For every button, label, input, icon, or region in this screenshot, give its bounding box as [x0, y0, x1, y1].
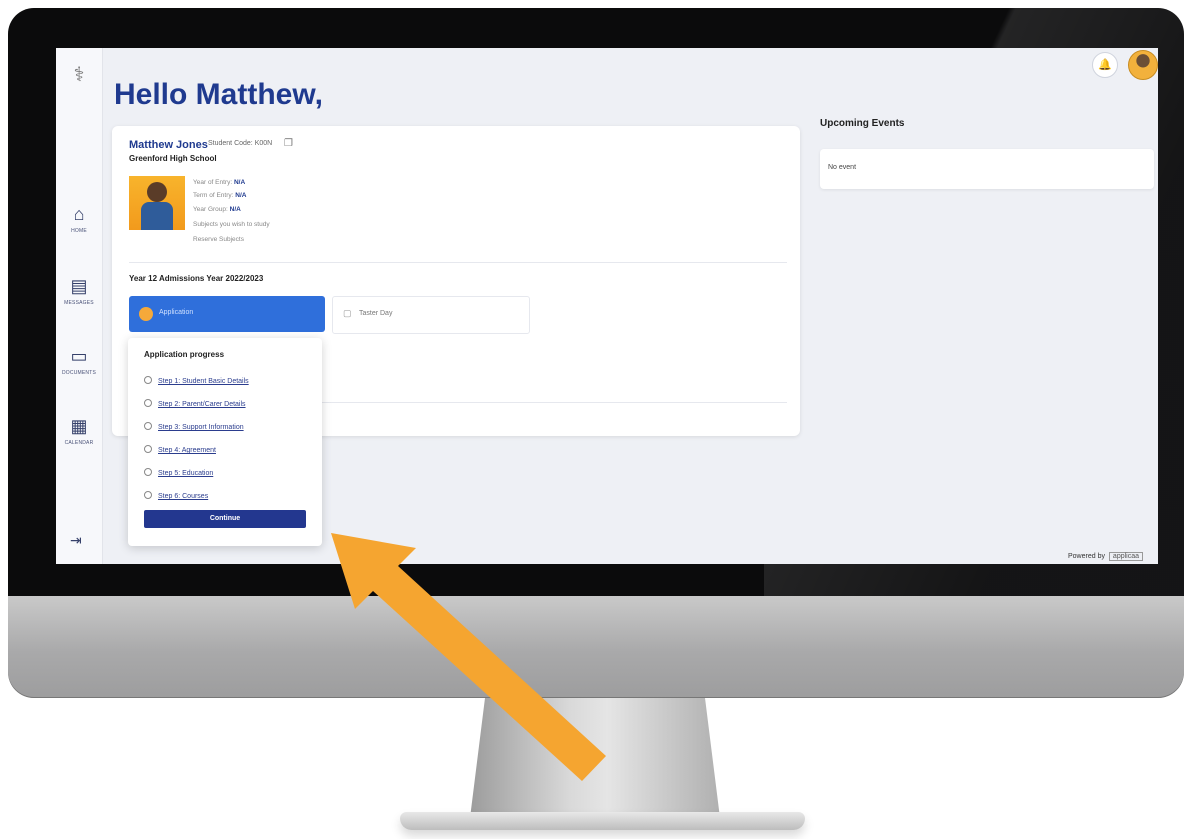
monitor-foot [400, 812, 805, 830]
bell-icon[interactable]: 🔔 [1092, 52, 1118, 78]
sidebar-item-calendar[interactable]: ▦ CALENDAR [56, 416, 102, 446]
photo-body [141, 202, 173, 230]
term-of-entry: Term of Entry: N/A [193, 192, 246, 199]
avatar[interactable] [1128, 50, 1158, 80]
step-label[interactable]: Step 5: Education [158, 470, 213, 477]
step-link[interactable]: Step 2: Parent/Carer Details [144, 399, 246, 408]
student-code: Student Code: K00N [208, 140, 273, 147]
app-screen: ⚕ ⌂ HOME ▤ MESSAGES ▭ DOCUMENTS ▦ CALEND… [56, 48, 1158, 564]
sidebar-item-messages[interactable]: ▤ MESSAGES [56, 276, 102, 306]
info-label: Year of Entry: [193, 179, 233, 186]
step-link[interactable]: Step 5: Education [144, 468, 213, 477]
progress-title: Application progress [144, 350, 225, 359]
school-name: Greenford High School [129, 154, 217, 163]
sidebar-item-documents[interactable]: ▭ DOCUMENTS [56, 346, 102, 376]
info-label: Year Group: [193, 206, 228, 213]
brand-logo[interactable]: applicaa [1108, 552, 1143, 561]
reserve-subjects-label: Reserve Subjects [193, 236, 244, 243]
page-title: Hello Matthew, [114, 78, 323, 111]
info-label: Term of Entry: [193, 192, 234, 199]
document-icon: ▢ [343, 308, 352, 318]
powered-by-label: Powered by [1068, 553, 1105, 560]
sidebar-item-label: MESSAGES [64, 300, 94, 306]
step-label[interactable]: Step 3: Support Information [158, 424, 244, 431]
folder-icon: ▭ [70, 346, 88, 366]
edit-icon [139, 307, 153, 321]
admissions-title: Year 12 Admissions Year 2022/2023 [129, 274, 264, 283]
sidebar-item-label: HOME [71, 228, 87, 234]
subjects-label: Subjects you wish to study [193, 221, 270, 228]
upcoming-events-title: Upcoming Events [820, 118, 905, 129]
events-card: No event [820, 149, 1154, 189]
home-icon: ⌂ [73, 204, 85, 224]
step-label[interactable]: Step 2: Parent/Carer Details [158, 401, 246, 408]
radio-icon[interactable] [144, 491, 152, 499]
info-value: N/A [229, 206, 241, 213]
sidebar: ⚕ ⌂ HOME ▤ MESSAGES ▭ DOCUMENTS ▦ CALEND… [56, 48, 103, 564]
student-name: Matthew Jones [129, 139, 208, 151]
tab-label: Taster Day [359, 310, 393, 317]
info-value: N/A [233, 179, 246, 186]
powered-by: Powered by applicaa [1068, 552, 1143, 561]
radio-icon[interactable] [144, 376, 152, 384]
year-group: Year Group: N/A [193, 206, 241, 213]
step-label[interactable]: Step 6: Courses [158, 493, 208, 500]
continue-button[interactable]: Continue [144, 510, 306, 528]
sidebar-item-home[interactable]: ⌂ HOME [56, 204, 102, 234]
tab-taster-day[interactable]: ▢ Taster Day [332, 296, 530, 334]
radio-icon[interactable] [144, 399, 152, 407]
application-progress-dropdown: Application progress Step 1: Student Bas… [128, 338, 322, 546]
radio-icon[interactable] [144, 445, 152, 453]
step-link[interactable]: Step 4: Agreement [144, 445, 216, 454]
year-of-entry: Year of Entry: N/A [193, 179, 245, 186]
step-link[interactable]: Step 1: Student Basic Details [144, 376, 249, 385]
monitor-stand [470, 698, 720, 818]
step-link[interactable]: Step 6: Courses [144, 491, 208, 500]
message-icon: ▤ [70, 276, 88, 296]
radio-icon[interactable] [144, 422, 152, 430]
sidebar-item-label: DOCUMENTS [61, 370, 97, 376]
monitor-chin [8, 596, 1184, 698]
app-logo-icon[interactable]: ⚕ [68, 62, 90, 90]
tab-label: Application [159, 309, 194, 316]
info-value: N/A [235, 192, 247, 199]
student-photo [129, 176, 185, 230]
step-link[interactable]: Step 3: Support Information [144, 422, 244, 431]
divider [129, 262, 787, 263]
sidebar-item-label: CALENDAR [64, 440, 94, 446]
radio-icon[interactable] [144, 468, 152, 476]
logout-icon[interactable]: ⇥ [70, 532, 82, 549]
step-label[interactable]: Step 1: Student Basic Details [158, 378, 249, 385]
photo-head [147, 182, 167, 202]
no-event-text: No event [828, 164, 857, 171]
step-label[interactable]: Step 4: Agreement [158, 447, 216, 454]
tab-application[interactable]: Application [129, 296, 325, 332]
calendar-icon: ▦ [70, 416, 88, 436]
copy-icon[interactable]: ❐ [284, 138, 293, 149]
